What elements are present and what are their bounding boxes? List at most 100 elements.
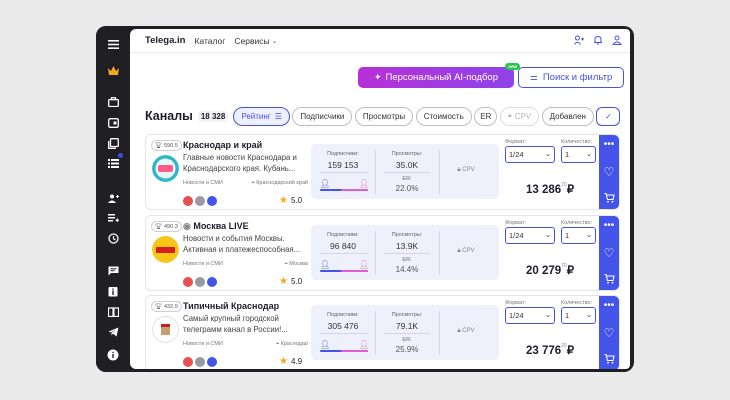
- channel-category: Новости и СМИ: [183, 261, 223, 267]
- heart-icon[interactable]: ♡: [604, 247, 615, 259]
- avatar[interactable]: [152, 155, 179, 182]
- verified-mark-icon: ◉: [183, 221, 194, 231]
- book-icon[interactable]: [96, 305, 130, 319]
- channel-category: Новости и СМИ: [183, 180, 223, 186]
- stat-views: Просмотры: 13.9K ER: 14.4%: [375, 225, 439, 280]
- channel-rating: ★ 5.0: [279, 276, 302, 287]
- channel-stats: Подписчики: 96 840 👤︎ 👤︎ Просмотры: 13.9…: [311, 225, 499, 280]
- cpv-label: CPV: [462, 167, 475, 173]
- bell-icon[interactable]: [593, 35, 603, 45]
- search-filter-button[interactable]: ⚌ Поиск и фильтр: [518, 67, 624, 88]
- info-icon[interactable]: [96, 284, 130, 298]
- more-icon[interactable]: •••: [604, 221, 615, 231]
- more-icon[interactable]: •••: [604, 140, 615, 150]
- heart-icon[interactable]: ♡: [604, 166, 615, 178]
- rating-value: 5.0: [290, 196, 303, 205]
- quantity-select[interactable]: 1 ⌄: [561, 307, 596, 324]
- ai-selection-label: Персональный AI-подбор: [385, 72, 499, 83]
- add-to-cart-icon[interactable]: [604, 192, 615, 206]
- male-icon: 👤︎: [320, 260, 331, 269]
- rank-badge: 🏆︎ 432.9: [151, 301, 182, 312]
- format-select[interactable]: 1/24 ⌄: [505, 307, 555, 324]
- trophy-icon: 🏆︎: [155, 303, 162, 310]
- format-value: 1/24: [509, 150, 524, 159]
- crown-icon[interactable]: [96, 63, 130, 77]
- sort-pill-cost[interactable]: Стоимость: [415, 106, 472, 126]
- stat-views: Просмотры: 79.1K ER: 25.9%: [375, 305, 439, 360]
- er-value: 22.0%: [395, 184, 419, 193]
- channel-rating: ★ 4.9: [279, 356, 302, 367]
- format-select[interactable]: 1/24 ⌄: [505, 146, 555, 163]
- sort-pill-subscribers[interactable]: Подписчики: [292, 106, 353, 126]
- channel-stats: Подписчики: 159 153 👤︎ 👤︎ Просмотры: 35.…: [311, 144, 499, 199]
- info-circle-icon[interactable]: [96, 348, 130, 362]
- format-value: 1/24: [509, 231, 524, 240]
- topbar-actions: [574, 35, 622, 45]
- price-currency: ₽: [566, 184, 575, 196]
- rank-value: 490.3: [163, 223, 178, 230]
- logo[interactable]: Telega.in: [145, 35, 185, 46]
- ai-selection-button[interactable]: ✦ Персональный AI-подбор new: [358, 63, 520, 88]
- select-all-button[interactable]: ✓: [596, 106, 621, 126]
- sort-pill-cpv[interactable]: 🔒︎ CPV: [499, 106, 540, 126]
- card-actions: ••• ♡: [599, 296, 619, 369]
- sort-pill-added[interactable]: Добавлен: [541, 106, 594, 126]
- nav-catalog[interactable]: Каталог: [194, 36, 225, 46]
- ads-marker-icon: [183, 277, 193, 287]
- heart-icon[interactable]: ♡: [604, 327, 615, 339]
- playlist-add-icon[interactable]: [96, 211, 130, 225]
- add-to-cart-icon[interactable]: [604, 353, 615, 367]
- stat-views: Просмотры: 35.0K ER: 22.0%: [375, 144, 439, 199]
- nav-services[interactable]: Сервисы ⌄: [234, 36, 277, 46]
- subscribers-label: Подписчики:: [327, 151, 359, 157]
- briefcase-icon[interactable]: [96, 95, 130, 109]
- rating-value: 5.0: [290, 277, 303, 286]
- channel-name[interactable]: ◉ Москва LIVE: [183, 221, 249, 232]
- chat-icon[interactable]: [96, 264, 130, 278]
- telegram-icon[interactable]: [96, 325, 130, 339]
- quantity-select[interactable]: 1 ⌄: [561, 227, 596, 244]
- sort-pill-er[interactable]: ER: [474, 106, 498, 126]
- add-user-icon[interactable]: [574, 35, 584, 45]
- stat-subscribers: Подписчики: 96 840 👤︎ 👤︎: [311, 225, 375, 280]
- stat-subscribers: Подписчики: 159 153 👤︎ 👤︎: [311, 144, 375, 199]
- channel-name[interactable]: Краснодар и край: [183, 140, 262, 150]
- quantity-select[interactable]: 1 ⌄: [561, 146, 596, 163]
- history-icon[interactable]: [96, 231, 130, 245]
- channel-card[interactable]: 🏆︎ 432.9 Типичный Краснодар Самый крупный…: [145, 295, 620, 369]
- rank-value: 590.5: [163, 142, 178, 149]
- avatar[interactable]: [152, 236, 179, 263]
- cpv-label: CPV: [462, 328, 475, 334]
- channel-card[interactable]: 🏆︎ 590.5 Краснодар и край Главные новости…: [145, 134, 620, 210]
- add-user-icon[interactable]: [96, 191, 130, 205]
- cpv-locked: 🔒︎ CPV: [440, 328, 492, 335]
- more-icon[interactable]: •••: [604, 301, 615, 311]
- documents-icon[interactable]: [96, 136, 130, 150]
- ads-marker-icon: [183, 196, 193, 206]
- quantity-value: 1: [565, 150, 570, 159]
- male-icon: 👤︎: [320, 340, 331, 349]
- search-filter-label: Поиск и фильтр: [542, 72, 613, 83]
- card-actions: ••• ♡: [599, 216, 619, 290]
- sort-pill-views[interactable]: Просмотры: [354, 106, 414, 126]
- sort-pill-label: Рейтинг: [241, 111, 271, 121]
- wallet-icon[interactable]: [96, 116, 130, 130]
- price: 13 28670₽: [505, 182, 595, 196]
- format-select[interactable]: 1/24 ⌄: [505, 227, 555, 244]
- channel-card[interactable]: 🏆︎ 490.3 ◉ Москва LIVE Новости и события …: [145, 215, 620, 291]
- audience-bar-female: [341, 189, 368, 191]
- list-icon[interactable]: [96, 156, 130, 170]
- channel-name[interactable]: Типичный Краснодар: [183, 301, 279, 311]
- boost-icon: [207, 196, 217, 206]
- chevron-down-icon: ⌄: [545, 232, 551, 239]
- female-icon: 👤︎: [359, 340, 370, 349]
- sort-pill-rating[interactable]: Рейтинг ☰: [233, 106, 290, 126]
- add-to-cart-icon[interactable]: [604, 273, 615, 287]
- channel-stats: Подписчики: 305 476 👤︎ 👤︎ Просмотры: 79.…: [311, 305, 499, 360]
- menu-icon[interactable]: [96, 37, 130, 51]
- channel-logo: [152, 155, 179, 182]
- ads-marker-icon: [183, 357, 193, 367]
- user-icon[interactable]: [612, 35, 622, 45]
- avatar[interactable]: [152, 316, 179, 343]
- sort-pill-label: CPV: [514, 111, 532, 121]
